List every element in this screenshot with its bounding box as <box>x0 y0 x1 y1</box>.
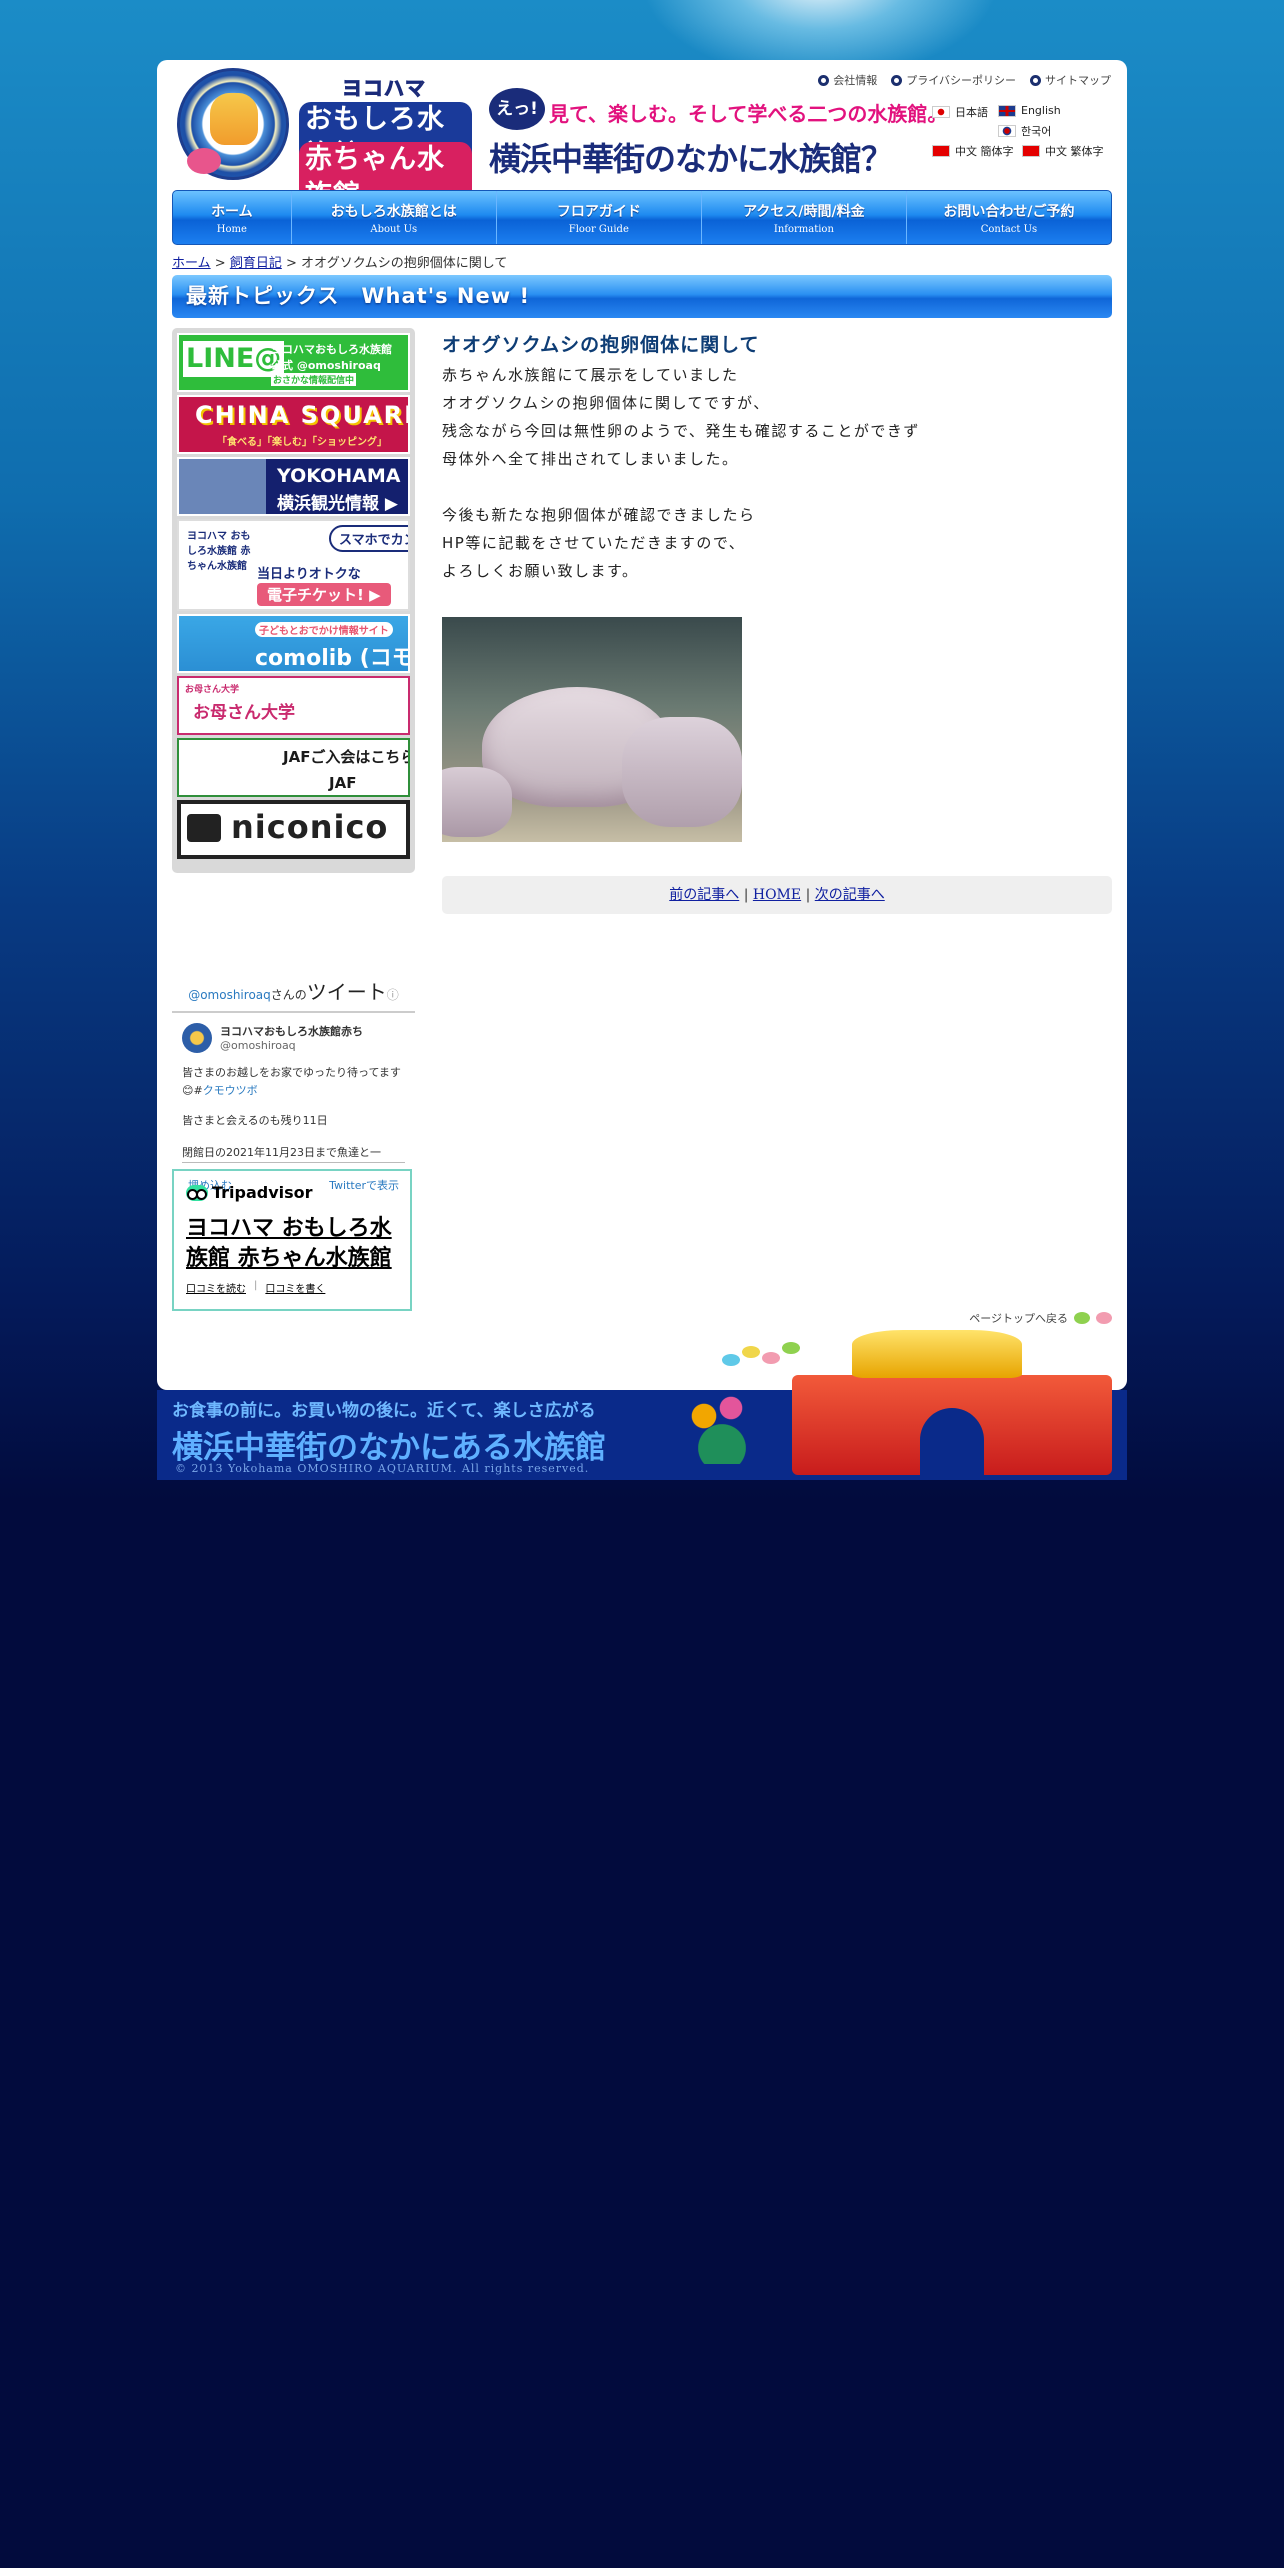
catch-line2: 横浜中華街のなかに水族館？ <box>489 140 893 178</box>
logo-line1: ヨコハマ <box>342 76 426 101</box>
article-body: 赤ちゃん水族館にて展示をしていました オオグソクムシの抱卵個体に関してですが、 … <box>442 366 920 580</box>
fish-icon <box>187 148 221 174</box>
tweet-author-name: ヨコハマおもしろ水族館赤ち <box>220 1025 363 1038</box>
article: オオグソクムシの抱卵個体に関して 赤ちゃん水族館にて展示をしていました オオグソ… <box>442 330 1112 914</box>
nav-about[interactable]: おもしろ水族館とは About Us <box>292 191 497 244</box>
breadcrumb-category[interactable]: 飼育日記 <box>230 256 282 271</box>
e-ticket-banner[interactable]: ヨコハマ おもしろ水族館 赤ちゃん水族館スマホでカンタン♪当日よりオトクな電子チ… <box>177 519 410 611</box>
catch-line1: 見て、楽しむ。そして学べる二つの水族館。 <box>549 102 948 126</box>
lang-japanese[interactable]: 日本語 <box>932 104 988 120</box>
read-reviews-link[interactable]: 口コミを読む <box>186 1280 246 1295</box>
lang-chinese-simplified[interactable]: 中文 簡体字 <box>932 143 1014 159</box>
sitemap-link[interactable]: サイトマップ <box>1030 72 1111 88</box>
tripadvisor-widget: Tripadvisor ヨコハマ おもしろ水族館 赤ちゃん水族館 口コミを読む |… <box>172 1169 412 1311</box>
tweet-text: 皆さまのお越しをお家でゆったり待ってます😊#クモウツボ <box>182 1066 401 1097</box>
tv-icon <box>187 814 221 842</box>
niconico-banner[interactable]: niconico <box>177 800 410 859</box>
tripadvisor-venue-link[interactable]: ヨコハマ おもしろ水族館 赤ちゃん水族館 <box>186 1214 398 1274</box>
breadcrumb: ホーム > 飼育日記 > オオグソクムシの抱卵個体に関して <box>172 256 508 271</box>
main-navigation: ホーム Home おもしろ水族館とは About Us フロアガイド Floor Gu… <box>172 190 1112 245</box>
tweet-text-3: 閉館日の2021年11月23日まで魚達と一 <box>182 1144 405 1163</box>
banner-list: LINE@ ヨコハマおもしろ水族館 公式 @omoshiroaq おさかな情報配信中 … <box>172 328 415 873</box>
lang-english[interactable]: English <box>998 104 1061 117</box>
twitter-header: @omoshiroaqさんのツイートⓘ <box>172 970 415 1013</box>
nav-home[interactable]: ホーム Home <box>173 191 292 244</box>
jaf-banner[interactable]: JAFご入会はこちら JAF <box>177 738 410 797</box>
okaasan-daigaku-banner[interactable]: お母さん大学 お母さん大学 <box>177 676 410 735</box>
china-square-banner[interactable]: CHINA SQUARE 「食べる」「楽しむ」「ショッピング」 <box>177 395 410 454</box>
home-link[interactable]: HOME <box>753 887 801 903</box>
copyright: © 2013 Yokohama OMOSHIRO AQUARIUM. All r… <box>175 1462 590 1475</box>
tripadvisor-links: 口コミを読む | 口コミを書く <box>186 1280 326 1295</box>
nav-information[interactable]: アクセス/時間/料金 Information <box>702 191 907 244</box>
footer-title: 横浜中華街のなかにある水族館 <box>172 1430 606 1466</box>
isopod-photo <box>442 617 742 842</box>
lang-chinese-traditional[interactable]: 中文 繁体字 <box>1022 143 1104 159</box>
header-catchphrase: えっ! 見て、楽しむ。そして学べる二つの水族館。 横浜中華街のなかに水族館？ <box>489 84 947 178</box>
site-logo[interactable]: ヨコハマ おもしろ水族館 赤ちゃん水族館 <box>177 68 472 214</box>
nav-floor-guide[interactable]: フロアガイド Floor Guide <box>497 191 702 244</box>
japan-flag-icon <box>932 106 950 118</box>
breadcrumb-home[interactable]: ホーム <box>172 256 211 271</box>
article-pager: 前の記事へ | HOME | 次の記事へ <box>442 876 1112 914</box>
taiwan-flag-icon <box>1022 145 1040 157</box>
tweet[interactable]: ヨコハマおもしろ水族館赤ち @omoshiroaq 皆さまのお越しをお家でゆった… <box>172 1013 415 1163</box>
uk-flag-icon <box>998 104 1016 117</box>
tweet-text-2: 皆さまと会えるのも残り11日 <box>182 1114 328 1127</box>
yokohama-tourism-banner[interactable]: YOKOHAMA 横浜観光情報 ▶ <box>177 457 410 516</box>
breadcrumb-current: オオグソクムシの抱卵個体に関して <box>301 256 508 271</box>
pink-fish-icon <box>1096 1312 1112 1324</box>
chinatown-gate-icon <box>792 1330 1112 1480</box>
green-fish-icon <box>1074 1312 1090 1324</box>
write-review-link[interactable]: 口コミを書く <box>265 1280 325 1295</box>
info-icon[interactable]: ⓘ <box>387 988 399 1002</box>
content-container: 会社情報 プライバシーポリシー サイトマップ ヨコハマ おもしろ水族館 赤ちゃん… <box>157 60 1127 1390</box>
page-top-link[interactable]: ページトップへ戻る <box>969 1310 1112 1326</box>
topics-heading: 最新トピックス What's New ! <box>172 275 1112 318</box>
korea-flag-icon <box>998 125 1016 137</box>
next-article-link[interactable]: 次の記事へ <box>815 887 885 903</box>
bullet-icon <box>1030 74 1041 86</box>
lang-korean[interactable]: 한국어 <box>998 123 1051 139</box>
tripadvisor-logo[interactable]: Tripadvisor <box>186 1183 398 1202</box>
footer-tagline: お食事の前に。お買い物の後に。近くて、楽しさ広がる <box>172 1401 596 1421</box>
article-title: オオグソクムシの抱卵個体に関して <box>442 334 760 356</box>
line-banner[interactable]: LINE@ ヨコハマおもしろ水族館 公式 @omoshiroaq おさかな情報配信中 <box>177 333 410 392</box>
footer: お食事の前に。お買い物の後に。近くて、楽しさ広がる 横浜中華街のなかにある水族館… <box>157 1330 1127 1510</box>
prev-article-link[interactable]: 前の記事へ <box>669 887 739 903</box>
nav-contact[interactable]: お問い合わせ/ご予約 Contact Us <box>907 191 1111 244</box>
owl-icon <box>186 1184 208 1201</box>
coral-icon <box>677 1384 767 1464</box>
privacy-link[interactable]: プライバシーポリシー <box>891 72 1016 88</box>
avatar <box>182 1023 212 1053</box>
speech-bubble: えっ! <box>489 88 545 130</box>
hashtag-link[interactable]: クモウツボ <box>203 1084 258 1097</box>
china-flag-icon <box>932 145 950 157</box>
twitter-handle-link[interactable]: @omoshiroaq <box>188 988 271 1002</box>
tweet-author-handle: @omoshiroaq <box>220 1039 296 1052</box>
comolib-banner[interactable]: 子どもとおでかけ情報サイトcomolib (コモリブ) <box>177 614 410 673</box>
